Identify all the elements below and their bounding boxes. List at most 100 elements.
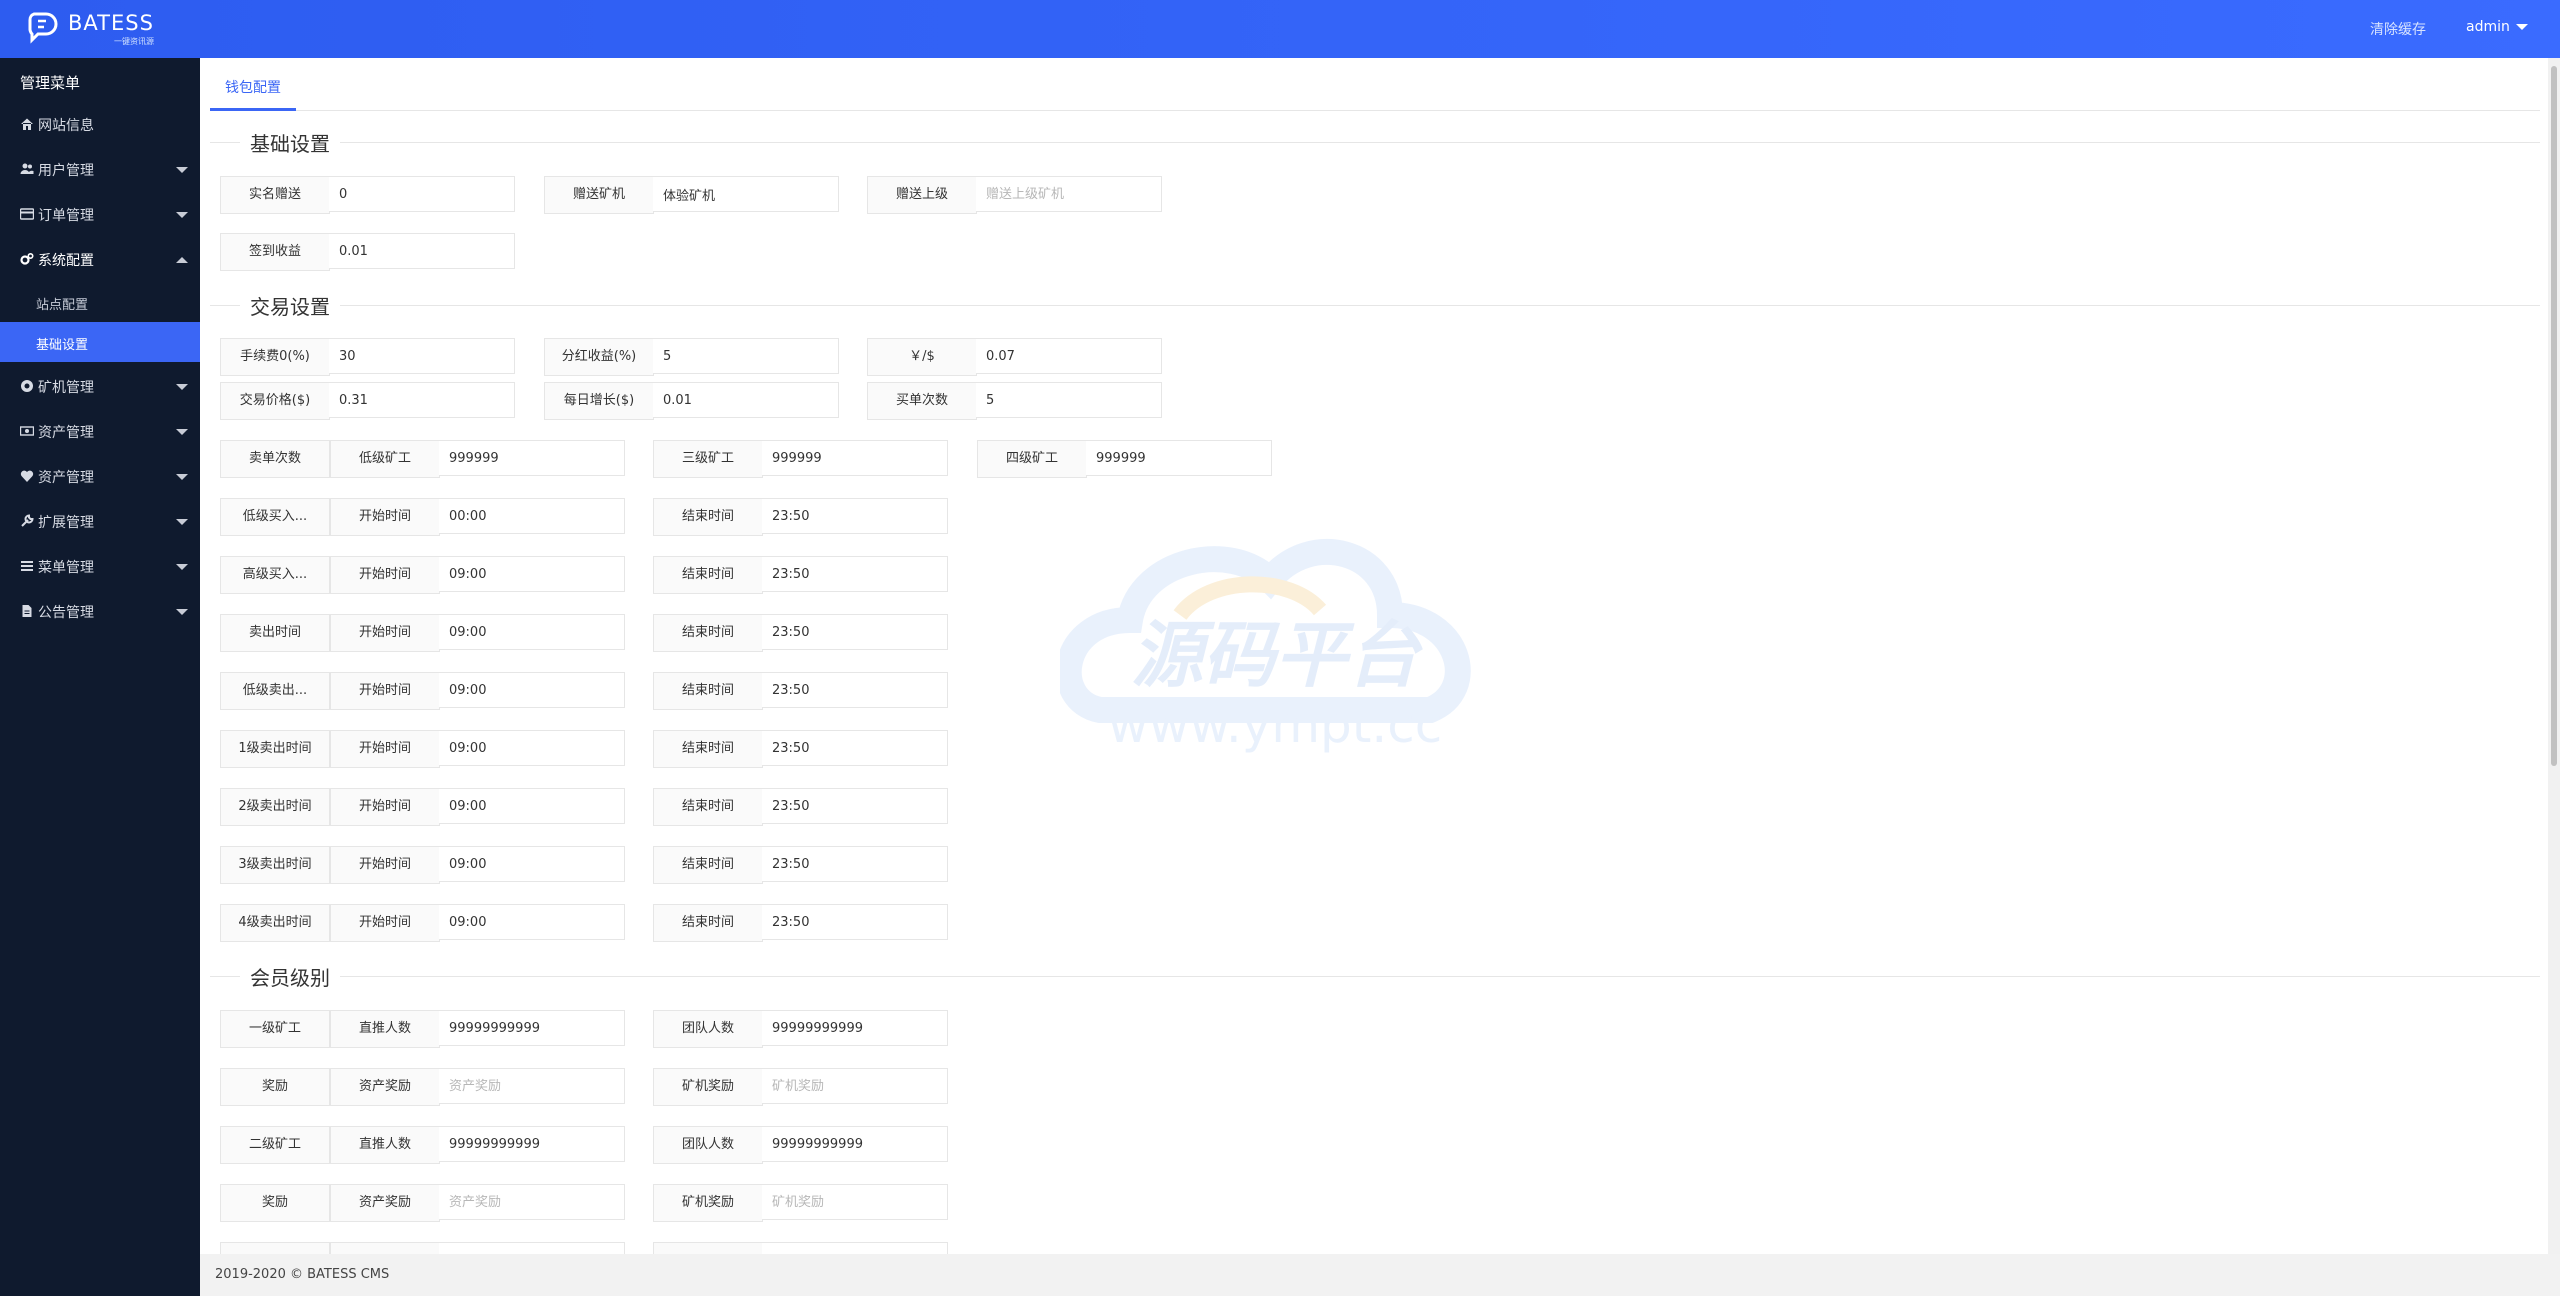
- section-title: 会员级别: [250, 966, 330, 990]
- row-label: 奖励: [220, 1068, 330, 1106]
- start-time-input[interactable]: [439, 614, 625, 650]
- sidebar-item-assets-2[interactable]: 资产管理: [0, 454, 200, 499]
- sell-times-low-input[interactable]: [439, 440, 625, 476]
- file-icon: [22, 605, 32, 617]
- wrench-icon: [21, 514, 34, 527]
- bars-icon: [21, 561, 33, 571]
- buy-times-input[interactable]: [976, 382, 1162, 418]
- field-label: 三级矿工: [653, 440, 763, 478]
- field-label: 赠送上级: [867, 176, 977, 214]
- trade-price-input[interactable]: [329, 382, 515, 418]
- end-time-input[interactable]: [762, 730, 948, 766]
- field-label: 实名赠送: [220, 176, 330, 214]
- direct-count-input[interactable]: [439, 1010, 625, 1046]
- chevron-down-icon: [176, 429, 188, 435]
- heartbeat-icon: [20, 470, 34, 482]
- end-time-input[interactable]: [762, 904, 948, 940]
- start-time-input[interactable]: [439, 730, 625, 766]
- daily-growth-input[interactable]: [653, 382, 839, 418]
- user-menu[interactable]: admin: [2466, 19, 2528, 35]
- end-time-input[interactable]: [762, 556, 948, 592]
- realname-gift-input[interactable]: [329, 176, 515, 212]
- field-label: 开始时间: [330, 672, 440, 710]
- sidebar-item-system-config[interactable]: 系统配置: [0, 237, 200, 282]
- end-time-input[interactable]: [762, 846, 948, 882]
- rebel-icon: [21, 380, 33, 392]
- start-time-input[interactable]: [439, 556, 625, 592]
- checkin-income-input[interactable]: [329, 233, 515, 269]
- sidebar-item-miners[interactable]: 矿机管理: [0, 364, 200, 409]
- row-label: 奖励: [220, 1184, 330, 1222]
- field-label: 买单次数: [867, 382, 977, 420]
- row-label-sell-times: 卖单次数: [220, 440, 330, 478]
- start-time-input[interactable]: [439, 846, 625, 882]
- miner-reward-input[interactable]: [762, 1184, 948, 1220]
- sidebar-item-orders[interactable]: 订单管理: [0, 192, 200, 237]
- tab-wallet-config[interactable]: 钱包配置: [210, 66, 296, 111]
- dividend-input[interactable]: [653, 338, 839, 374]
- field-label: 开始时间: [330, 614, 440, 652]
- exchange-rate-input[interactable]: [976, 338, 1162, 374]
- start-time-input[interactable]: [439, 498, 625, 534]
- sidebar-item-menus[interactable]: 菜单管理: [0, 544, 200, 589]
- watermark-title: 源码平台: [1131, 613, 1423, 697]
- field-label: 结束时间: [653, 904, 763, 942]
- field-label: 结束时间: [653, 672, 763, 710]
- field-label: 结束时间: [653, 846, 763, 884]
- field-label: 资产奖励: [330, 1068, 440, 1106]
- sidebar-subitem-site-config[interactable]: 站点配置: [0, 282, 200, 322]
- sidebar-subitem-label: 站点配置: [36, 298, 89, 313]
- watermark-logo: 源码平台 www.ympt.cc: [1060, 539, 1471, 754]
- team-count-input[interactable]: [762, 1126, 948, 1162]
- asset-reward-input[interactable]: [439, 1068, 625, 1104]
- clear-cache-link[interactable]: 清除缓存: [2370, 19, 2426, 39]
- cogs-icon: [20, 252, 34, 265]
- credit-card-icon: [20, 208, 34, 220]
- section-member-levels: 会员级别: [210, 962, 2540, 992]
- miner-reward-input[interactable]: [762, 1068, 948, 1104]
- gift-miner-input[interactable]: [653, 176, 839, 212]
- footer-copyright: 2019-2020 © BATESS CMS: [215, 1267, 390, 1282]
- end-time-input[interactable]: [762, 672, 948, 708]
- gift-parent-input[interactable]: [976, 176, 1162, 212]
- sidebar-item-assets[interactable]: 资产管理: [0, 409, 200, 454]
- row-label: 一级矿工: [220, 1010, 330, 1048]
- brand-logo[interactable]: BATESS 一键资讯源: [26, 8, 196, 50]
- chevron-down-icon: [176, 609, 188, 615]
- sell-times-level3-input[interactable]: [762, 440, 948, 476]
- field-label: 赠送矿机: [544, 176, 654, 214]
- field-label: 结束时间: [653, 730, 763, 768]
- asset-reward-input[interactable]: [439, 1184, 625, 1220]
- start-time-input[interactable]: [439, 904, 625, 940]
- watermark-url: www.ympt.cc: [1108, 696, 1443, 754]
- row-label: 2级卖出时间: [220, 788, 330, 826]
- scrollbar-thumb[interactable]: [2551, 66, 2557, 766]
- home-icon: [21, 118, 33, 130]
- start-time-input[interactable]: [439, 672, 625, 708]
- team-count-input[interactable]: [762, 1010, 948, 1046]
- row-label: 卖出时间: [220, 614, 330, 652]
- users-icon: [20, 163, 34, 174]
- end-time-input[interactable]: [762, 788, 948, 824]
- sidebar-item-label: 菜单管理: [38, 560, 94, 576]
- sidebar-item-site-info[interactable]: 网站信息: [0, 102, 200, 147]
- sidebar-item-announcements[interactable]: 公告管理: [0, 589, 200, 634]
- end-time-input[interactable]: [762, 614, 948, 650]
- sidebar-subitem-basic-settings[interactable]: 基础设置: [0, 322, 200, 362]
- sidebar-item-users[interactable]: 用户管理: [0, 147, 200, 192]
- end-time-input[interactable]: [762, 498, 948, 534]
- sidebar-item-extensions[interactable]: 扩展管理: [0, 499, 200, 544]
- top-header: BATESS 一键资讯源 清除缓存 admin: [0, 0, 2560, 58]
- start-time-input[interactable]: [439, 788, 625, 824]
- direct-count-input[interactable]: [439, 1126, 625, 1162]
- field-label: 分红收益(%): [544, 338, 654, 376]
- chevron-down-icon: [176, 167, 188, 173]
- row-label: 低级买入...: [220, 498, 330, 536]
- sell-times-level4-input[interactable]: [1086, 440, 1272, 476]
- fee-input[interactable]: [329, 338, 515, 374]
- field-label: 开始时间: [330, 904, 440, 942]
- field-label: ￥/$: [867, 338, 977, 376]
- section-title: 基础设置: [250, 132, 330, 156]
- field-label: 开始时间: [330, 788, 440, 826]
- section-trade-settings: 交易设置: [210, 291, 2540, 321]
